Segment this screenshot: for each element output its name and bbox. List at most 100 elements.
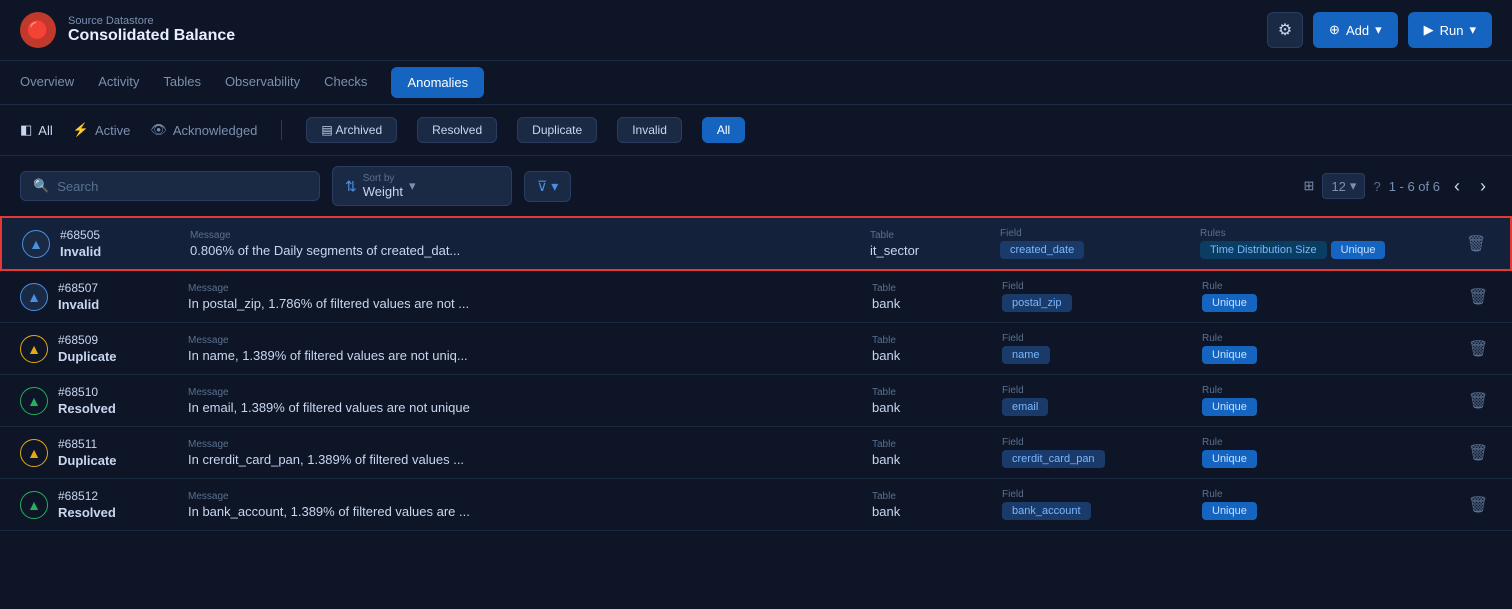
filter-acknowledged[interactable]: 👁 Acknowledged <box>150 122 257 138</box>
anomaly-table: bank <box>872 348 1002 363</box>
search-left: 🔍 ⇅ Sort by Weight ▾ ⊽ ▾ <box>20 166 571 206</box>
rules-label: Rule <box>1202 333 1462 344</box>
tab-observability[interactable]: Observability <box>225 62 300 103</box>
filter-chevron-icon: ▾ <box>551 178 558 195</box>
layers-icon: ◧ <box>20 122 32 138</box>
table-row[interactable]: ▲ #68507 Invalid Message In postal_zip, … <box>0 271 1512 323</box>
title-block: Source Datastore Consolidated Balance <box>68 15 235 45</box>
anomaly-field-col: Field created_date <box>1000 228 1200 259</box>
filter-invalid[interactable]: Invalid <box>617 117 682 143</box>
rules-tags: Unique <box>1202 502 1462 520</box>
anomaly-rules-col: Rule Unique <box>1202 489 1462 520</box>
run-button[interactable]: ▶ Run ▾ <box>1408 12 1492 48</box>
anomaly-id: #68505 <box>60 228 190 242</box>
rule-tag: Unique <box>1202 294 1257 312</box>
tab-overview[interactable]: Overview <box>20 62 74 103</box>
filter-all-btn[interactable]: All <box>702 117 745 143</box>
anomaly-action-col: 🗑 <box>1462 441 1492 465</box>
archive-icon: ▤ <box>321 123 335 137</box>
anomaly-action-col: 🗑 <box>1462 285 1492 309</box>
anomaly-table: bank <box>872 296 1002 311</box>
next-page-button[interactable]: › <box>1474 174 1492 199</box>
sort-selector[interactable]: ⇅ Sort by Weight ▾ <box>332 166 512 206</box>
prev-page-button[interactable]: ‹ <box>1448 174 1466 199</box>
anomaly-table-col: Table bank <box>872 335 1002 363</box>
page-size-selector[interactable]: 12 ▾ <box>1322 173 1365 199</box>
filter-bar: ◧ All ⚡ Active 👁 Acknowledged ▤ Archived… <box>0 105 1512 156</box>
anomaly-rules-col: Rule Unique <box>1202 281 1462 312</box>
search-icon: 🔍 <box>33 178 49 194</box>
rule-tag: Time Distribution Size <box>1200 241 1327 259</box>
anomaly-message-col: Message In bank_account, 1.389% of filte… <box>188 491 872 519</box>
search-right: ⊞ 12 ▾ ? 1 - 6 of 6 ‹ › <box>1304 173 1492 199</box>
nav-tabs: Overview Activity Tables Observability C… <box>0 61 1512 105</box>
rules-tags: Unique <box>1202 294 1462 312</box>
anomaly-status: Resolved <box>58 505 188 520</box>
header: 🔴 Source Datastore Consolidated Balance … <box>0 0 1512 61</box>
anomaly-field-col: Field name <box>1002 333 1202 364</box>
anomaly-id: #68511 <box>58 437 188 451</box>
anomaly-id: #68507 <box>58 281 188 295</box>
field-label: Field <box>1002 437 1202 448</box>
anomaly-id-col: #68511 Duplicate <box>58 437 188 468</box>
field-tag: crerdit_card_pan <box>1002 450 1105 468</box>
anomaly-message: In email, 1.389% of filtered values are … <box>188 400 872 415</box>
anomaly-table-col: Table bank <box>872 491 1002 519</box>
table-row[interactable]: ▲ #68512 Resolved Message In bank_accoun… <box>0 479 1512 531</box>
rules-label: Rule <box>1202 385 1462 396</box>
filter-resolved[interactable]: Resolved <box>417 117 497 143</box>
tab-tables[interactable]: Tables <box>163 62 201 103</box>
rule-tag: Unique <box>1202 346 1257 364</box>
table-row[interactable]: ▲ #68511 Duplicate Message In crerdit_ca… <box>0 427 1512 479</box>
filter-toggle-button[interactable]: ⊽ ▾ <box>524 171 571 202</box>
source-label: Source Datastore <box>68 15 235 27</box>
delete-button[interactable]: 🗑 <box>1462 337 1494 361</box>
tab-activity[interactable]: Activity <box>98 62 139 103</box>
add-button[interactable]: ⊕ Add ▾ <box>1313 12 1398 48</box>
table-row[interactable]: ▲ #68509 Duplicate Message In name, 1.38… <box>0 323 1512 375</box>
anomaly-table-col: Table bank <box>872 439 1002 467</box>
delete-button[interactable]: 🗑 <box>1462 493 1494 517</box>
anomaly-action-col: 🗑 <box>1462 493 1492 517</box>
tab-anomalies[interactable]: Anomalies <box>391 67 484 98</box>
delete-button[interactable]: 🗑 <box>1462 389 1494 413</box>
message-label: Message <box>188 387 872 398</box>
rule-tag: Unique <box>1331 241 1386 259</box>
status-icon: ▲ <box>20 335 48 363</box>
pagination-text: 1 - 6 of 6 <box>1389 179 1440 194</box>
filter-active[interactable]: ⚡ Active <box>73 122 131 138</box>
status-icon: ▲ <box>20 283 48 311</box>
anomalies-list: ▲ #68505 Invalid Message 0.806% of the D… <box>0 216 1512 531</box>
table-label: Table <box>872 283 1002 294</box>
add-chevron-icon: ▾ <box>1375 22 1382 38</box>
rule-tag: Unique <box>1202 502 1257 520</box>
delete-button[interactable]: 🗑 <box>1462 285 1494 309</box>
help-icon: ? <box>1373 179 1380 194</box>
field-label: Field <box>1000 228 1200 239</box>
filter-duplicate[interactable]: Duplicate <box>517 117 597 143</box>
tab-checks[interactable]: Checks <box>324 62 367 103</box>
filter-archived[interactable]: ▤ Archived <box>306 117 397 143</box>
rules-label: Rules <box>1200 228 1460 239</box>
anomaly-table: bank <box>872 504 1002 519</box>
table-label: Table <box>872 387 1002 398</box>
anomaly-table: bank <box>872 400 1002 415</box>
settings-button[interactable]: ⚙ <box>1267 12 1303 48</box>
add-plus-icon: ⊕ <box>1329 22 1340 38</box>
anomaly-message: 0.806% of the Daily segments of created_… <box>190 243 870 258</box>
filter-all[interactable]: ◧ All <box>20 122 53 138</box>
delete-button[interactable]: 🗑 <box>1460 232 1492 256</box>
delete-button[interactable]: 🗑 <box>1462 441 1494 465</box>
field-tag: name <box>1002 346 1050 364</box>
table-label: Table <box>870 230 1000 241</box>
field-tag: email <box>1002 398 1048 416</box>
field-label: Field <box>1002 333 1202 344</box>
search-input[interactable] <box>57 179 307 194</box>
anomaly-field-col: Field email <box>1002 385 1202 416</box>
table-row[interactable]: ▲ #68510 Resolved Message In email, 1.38… <box>0 375 1512 427</box>
anomaly-table: it_sector <box>870 243 1000 258</box>
table-row[interactable]: ▲ #68505 Invalid Message 0.806% of the D… <box>0 216 1512 271</box>
status-icon: ▲ <box>20 387 48 415</box>
anomaly-table-col: Table bank <box>872 387 1002 415</box>
anomaly-action-col: 🗑 <box>1460 232 1490 256</box>
